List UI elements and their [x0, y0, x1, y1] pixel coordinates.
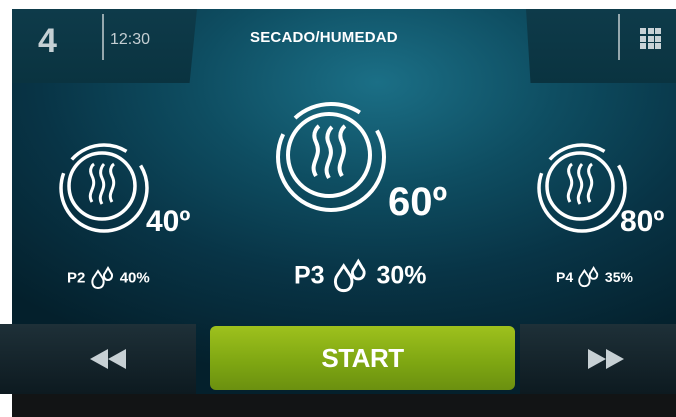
humidity-drops-icon — [333, 258, 366, 293]
mode-p3-button[interactable] — [274, 100, 388, 214]
mode-p4-humidity: P4 35% — [556, 266, 633, 288]
header-divider — [102, 14, 104, 60]
footer-strip — [12, 394, 676, 417]
page-number: 4 — [38, 22, 57, 60]
mode-p4-button[interactable] — [536, 142, 628, 234]
mode-p4-program: P4 — [556, 269, 574, 285]
rewind-icon — [90, 349, 126, 369]
header-divider — [618, 14, 620, 60]
humidity-drops-icon — [90, 266, 113, 290]
mode-p2-button[interactable] — [58, 142, 150, 234]
fast-forward-icon — [588, 349, 624, 369]
next-button[interactable] — [520, 324, 676, 394]
page-title: SECADO/HUMEDAD — [250, 29, 398, 46]
mode-p2-program: P2 — [67, 269, 86, 287]
mode-p3-humidity: P3 30% — [294, 258, 427, 294]
steam-heat-icon — [276, 102, 386, 212]
steam-heat-icon — [537, 143, 627, 233]
mode-p2-humidity: P2 40% — [67, 266, 150, 290]
mode-p3-temperature: 60º — [388, 180, 448, 224]
humidity-drops-icon — [578, 266, 599, 288]
mode-p3-program: P3 — [294, 261, 325, 290]
mode-p4-humidity-value: 35% — [604, 269, 633, 285]
grid-menu-icon[interactable] — [640, 28, 661, 49]
mode-p3-humidity-value: 30% — [376, 261, 427, 290]
mode-p4-temperature: 80º — [620, 205, 665, 238]
previous-button[interactable] — [0, 324, 196, 394]
mode-p2-humidity-value: 40% — [119, 269, 150, 287]
start-button[interactable]: START — [210, 326, 515, 390]
clock-time: 12:30 — [110, 31, 151, 48]
steam-heat-icon — [59, 143, 149, 233]
mode-p2-temperature: 40º — [146, 205, 191, 238]
